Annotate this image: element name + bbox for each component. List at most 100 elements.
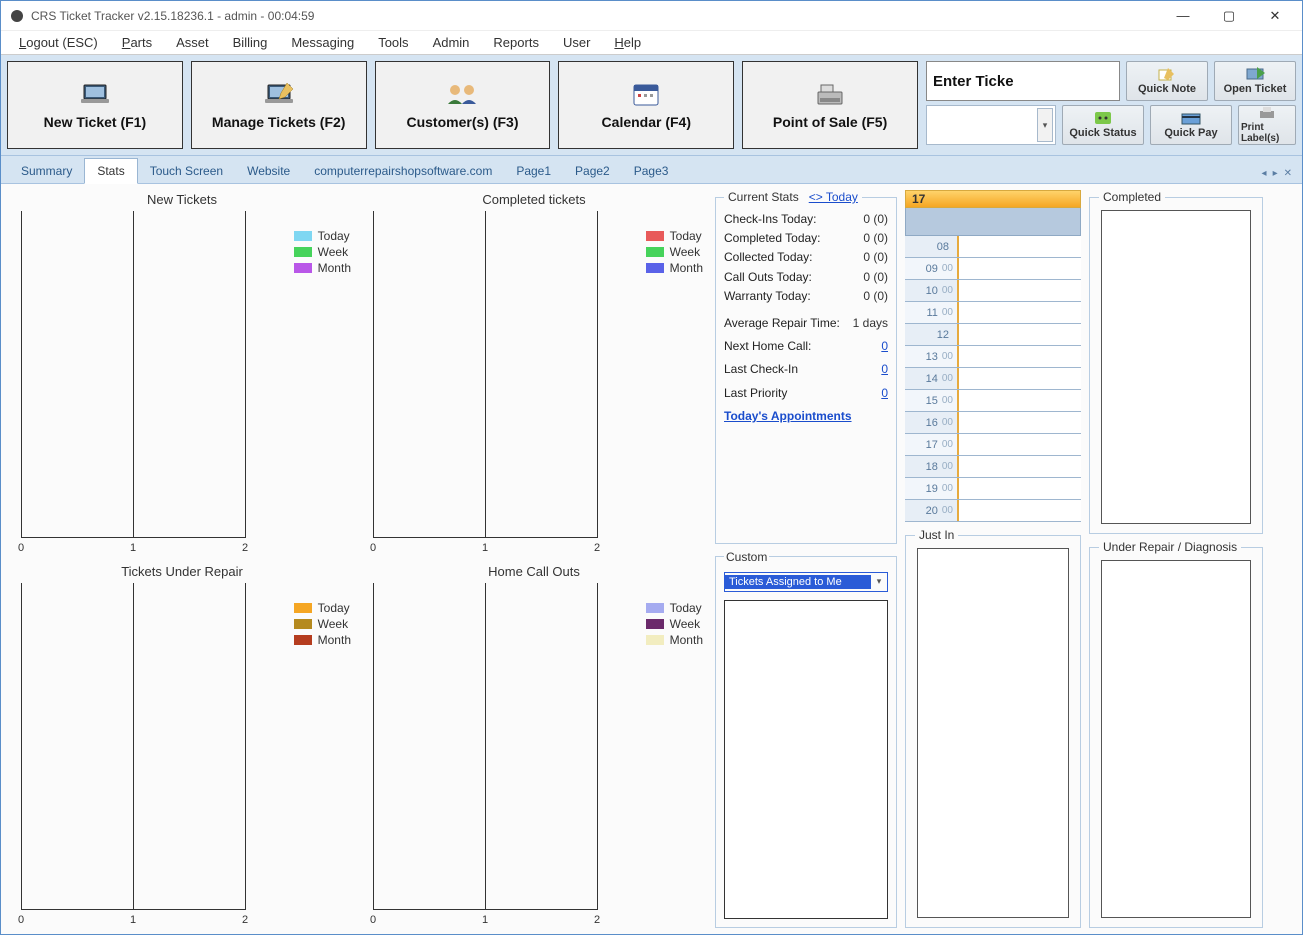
maximize-button[interactable]: ▢ [1206, 1, 1252, 31]
menu-user[interactable]: User [553, 33, 600, 52]
chart-title: Completed tickets [361, 190, 707, 211]
chart-legend: TodayWeekMonth [294, 601, 351, 647]
schedule-slot[interactable] [959, 390, 1081, 411]
chart-new_tickets: New Tickets012TodayWeekMonth [9, 190, 355, 556]
schedule-row[interactable]: 1100 [905, 302, 1081, 324]
x-tick: 0 [370, 542, 376, 554]
schedule-slot[interactable] [959, 412, 1081, 433]
laptop-icon [79, 80, 111, 108]
just-in-list[interactable] [917, 548, 1069, 917]
last-priority-link[interactable]: 0 [881, 384, 888, 403]
schedule-row[interactable]: 1300 [905, 346, 1081, 368]
pos-button[interactable]: Point of Sale (F5) [742, 61, 918, 149]
next-home-link[interactable]: 0 [881, 337, 888, 356]
menu-parts[interactable]: Parts [112, 33, 162, 52]
under-repair-list[interactable] [1101, 560, 1251, 917]
legend-swatch [646, 619, 664, 629]
schedule-date[interactable]: 17 [905, 190, 1081, 208]
schedule-time: 0900 [905, 258, 959, 279]
stat-callouts: Call Outs Today:0 (0) [724, 268, 888, 287]
schedule-row[interactable]: 1800 [905, 456, 1081, 478]
custom-select[interactable]: Tickets Assigned to Me ▾ [724, 572, 888, 592]
menu-asset[interactable]: Asset [166, 33, 219, 52]
schedule-row[interactable]: 1900 [905, 478, 1081, 500]
custom-legend: Custom [724, 550, 769, 564]
print-labels-button[interactable]: Print Label(s) [1238, 105, 1296, 145]
menu-admin[interactable]: Admin [423, 33, 480, 52]
tab-summary[interactable]: Summary [9, 159, 84, 183]
schedule-row[interactable]: 1700 [905, 434, 1081, 456]
legend-swatch [646, 635, 664, 645]
menu-reports[interactable]: Reports [483, 33, 549, 52]
titlebar: CRS Ticket Tracker v2.15.18236.1 - admin… [1, 1, 1302, 31]
new-ticket-label: New Ticket (F1) [44, 114, 146, 130]
legend-label: Week [318, 245, 348, 259]
tab-close-icon[interactable]: ✕ [1284, 168, 1292, 179]
completed-list[interactable] [1101, 210, 1251, 523]
open-ticket-button[interactable]: Open Ticket [1214, 61, 1296, 101]
appointments-link[interactable]: Today's Appointments [724, 409, 852, 423]
schedule-row[interactable]: 1500 [905, 390, 1081, 412]
menu-tools[interactable]: Tools [368, 33, 418, 52]
customers-button[interactable]: Customer(s) (F3) [375, 61, 551, 149]
schedule-row[interactable]: 1000 [905, 280, 1081, 302]
schedule-slot[interactable] [959, 478, 1081, 499]
quick-status-button[interactable]: Quick Status [1062, 105, 1144, 145]
manage-tickets-button[interactable]: Manage Tickets (F2) [191, 61, 367, 149]
today-link[interactable]: <> Today [809, 190, 858, 204]
schedule-row[interactable]: 0900 [905, 258, 1081, 280]
last-checkin-link[interactable]: 0 [881, 360, 888, 379]
schedule-slot[interactable] [959, 324, 1081, 345]
customers-label: Customer(s) (F3) [406, 114, 518, 130]
legend-swatch [294, 603, 312, 613]
schedule-slot[interactable] [959, 434, 1081, 455]
menu-billing[interactable]: Billing [223, 33, 278, 52]
new-ticket-button[interactable]: New Ticket (F1) [7, 61, 183, 149]
tab-stats[interactable]: Stats [84, 158, 137, 184]
manage-tickets-label: Manage Tickets (F2) [212, 114, 346, 130]
menu-help[interactable]: Help [604, 33, 651, 52]
menu-messaging[interactable]: Messaging [281, 33, 364, 52]
schedule-row[interactable]: 12 [905, 324, 1081, 346]
tab-crss[interactable]: computerrepairshopsoftware.com [302, 159, 504, 183]
tab-page2[interactable]: Page2 [563, 159, 622, 183]
schedule-slot[interactable] [959, 258, 1081, 279]
calendar-button[interactable]: Calendar (F4) [558, 61, 734, 149]
quick-note-button[interactable]: Quick Note [1126, 61, 1208, 101]
schedule-row[interactable]: 1600 [905, 412, 1081, 434]
ticket-select-dropdown[interactable]: ▾ [926, 105, 1056, 145]
schedule-slot[interactable] [959, 500, 1081, 521]
close-button[interactable]: ✕ [1252, 1, 1298, 31]
ticket-open-icon [1245, 67, 1265, 83]
tab-page3[interactable]: Page3 [622, 159, 681, 183]
enter-ticket-input[interactable]: Enter Ticke [926, 61, 1120, 101]
stat-last-checkin: Last Check-In0 [724, 360, 888, 379]
menu-logout[interactable]: Logout (ESC) [9, 33, 108, 52]
legend-label: Month [318, 633, 351, 647]
schedule-slot[interactable] [959, 368, 1081, 389]
tab-website[interactable]: Website [235, 159, 302, 183]
stat-avg-repair: Average Repair Time:1 days [724, 314, 888, 333]
schedule-slot[interactable] [959, 302, 1081, 323]
schedule-slot[interactable] [959, 236, 1081, 257]
schedule-slot[interactable] [959, 346, 1081, 367]
custom-list[interactable] [724, 600, 888, 919]
custom-panel: Custom Tickets Assigned to Me ▾ [715, 550, 897, 928]
schedule-row[interactable]: 1400 [905, 368, 1081, 390]
chart-under_repair: Tickets Under Repair012TodayWeekMonth [9, 562, 355, 928]
legend-swatch [646, 247, 664, 257]
chart-home_callouts: Home Call Outs012TodayWeekMonth [361, 562, 707, 928]
schedule-time: 1000 [905, 280, 959, 301]
quick-pay-button[interactable]: Quick Pay [1150, 105, 1232, 145]
legend-swatch [646, 603, 664, 613]
tab-touch-screen[interactable]: Touch Screen [138, 159, 235, 183]
schedule-slot[interactable] [959, 280, 1081, 301]
legend-swatch [294, 263, 312, 273]
tab-next-icon[interactable]: ▸ [1273, 168, 1278, 179]
tab-prev-icon[interactable]: ◂ [1262, 168, 1267, 179]
minimize-button[interactable]: — [1160, 1, 1206, 31]
tab-page1[interactable]: Page1 [504, 159, 563, 183]
schedule-slot[interactable] [959, 456, 1081, 477]
schedule-row[interactable]: 08 [905, 236, 1081, 258]
schedule-row[interactable]: 2000 [905, 500, 1081, 522]
